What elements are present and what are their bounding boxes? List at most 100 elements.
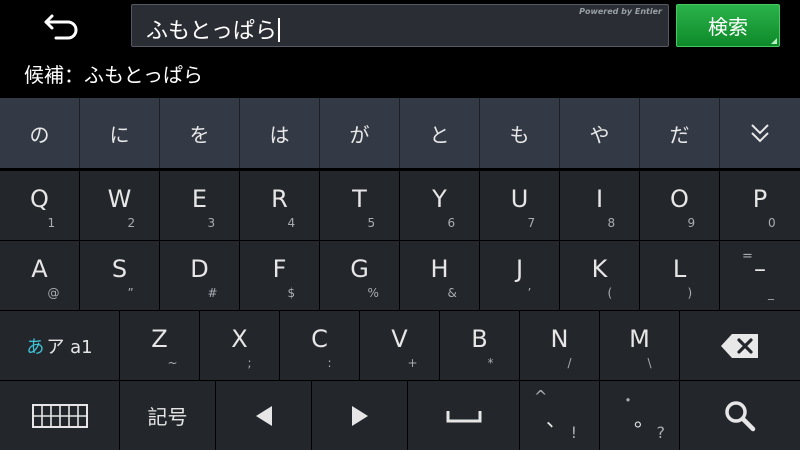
powered-by-label: Powered by Entier <box>579 7 662 16</box>
key-d[interactable]: D # <box>160 240 240 310</box>
input-mode-toggle[interactable]: あ ア a1 <box>0 310 120 380</box>
back-button[interactable] <box>4 4 120 46</box>
key-label: D <box>190 255 209 283</box>
key-n[interactable]: N / <box>520 310 600 380</box>
keyboard-layout-button[interactable] <box>0 380 120 450</box>
key-sublabel: @ <box>47 286 60 300</box>
suggestion-item[interactable]: の <box>0 98 80 168</box>
key-j[interactable]: J’ <box>480 240 560 310</box>
key-sublabel: 4 <box>287 216 296 230</box>
key-label: W <box>107 185 132 213</box>
key-sublabel: 3 <box>207 216 216 230</box>
search-button[interactable]: 検索 <box>676 4 780 47</box>
key-r[interactable]: R4 <box>240 170 320 240</box>
keyboard-grid-icon <box>31 403 88 428</box>
key-sublabel: 7 <box>527 216 536 230</box>
key-f[interactable]: F $ <box>240 240 320 310</box>
key-l[interactable]: L) <box>640 240 720 310</box>
key-label: E <box>191 185 208 213</box>
key-m[interactable]: M \ <box>600 310 680 380</box>
key-sublabel: 9 <box>687 216 696 230</box>
key-label: G <box>350 255 369 283</box>
key-label: A <box>31 255 48 283</box>
key-sublabel: _ <box>768 286 774 300</box>
suggestion-item[interactable]: を <box>160 98 240 168</box>
key-v[interactable]: V + <box>360 310 440 380</box>
suggestion-item[interactable]: は <box>240 98 320 168</box>
key-i[interactable]: I8 <box>560 170 640 240</box>
key-sublabel: : <box>327 356 332 370</box>
mode-label-hira: あ <box>26 336 45 358</box>
key-label: J <box>515 255 524 283</box>
key-g[interactable]: G% <box>320 240 400 310</box>
key-label: Z <box>151 325 168 353</box>
key-o[interactable]: O9 <box>640 170 720 240</box>
key-p[interactable]: P0 <box>720 170 800 240</box>
key-label: U <box>510 185 529 213</box>
key-label: F <box>272 255 287 283</box>
suggestion-item[interactable]: も <box>480 98 560 168</box>
key-label: H <box>430 255 449 283</box>
key-z[interactable]: Z ~ <box>120 310 200 380</box>
candidate-bar[interactable]: 候補：ふもとっぱら <box>0 50 800 96</box>
key-dash[interactable]: = – _ <box>720 240 800 310</box>
search-key[interactable] <box>680 380 800 450</box>
key-label: P <box>752 185 768 213</box>
key-sublabel: 2 <box>127 216 136 230</box>
backspace-icon <box>721 333 758 358</box>
space-key[interactable] <box>408 380 520 450</box>
key-x[interactable]: X; <box>200 310 280 380</box>
suggestion-item[interactable]: と <box>400 98 480 168</box>
key-label: 。 <box>634 407 654 431</box>
key-label: C <box>311 325 328 353</box>
key-sublabel: ? <box>656 423 666 442</box>
key-sublabel: ~ <box>167 356 178 370</box>
key-label: 、 <box>546 407 566 431</box>
key-sublabel: * <box>487 356 494 370</box>
suggestion-item[interactable]: や <box>560 98 640 168</box>
key-e[interactable]: E3 <box>160 170 240 240</box>
key-sublabel: ! <box>570 423 577 442</box>
key-label: I <box>595 185 604 213</box>
key-sublabel: ) <box>687 286 693 300</box>
key-t[interactable]: T5 <box>320 170 400 240</box>
suggestion-item[interactable]: に <box>80 98 160 168</box>
symbols-key[interactable]: 記号 <box>120 380 216 450</box>
keyboard-row-1: Q1 W2 E3 R4 T5 Y6 U7 I8 O9 P0 <box>0 170 800 240</box>
key-label: M <box>629 325 650 353</box>
key-u[interactable]: U7 <box>480 170 560 240</box>
backspace-key[interactable] <box>680 310 800 380</box>
key-s[interactable]: S” <box>80 240 160 310</box>
key-period[interactable]: ・ 。 ? <box>600 380 680 450</box>
key-c[interactable]: C: <box>280 310 360 380</box>
expand-suggestions-button[interactable] <box>720 98 800 168</box>
double-chevron-down-icon <box>751 124 769 143</box>
text-caret <box>277 18 280 42</box>
key-label: R <box>271 185 288 213</box>
suggestion-item[interactable]: だ <box>640 98 720 168</box>
key-sublabel: ” <box>127 286 134 300</box>
suggestion-item[interactable]: が <box>320 98 400 168</box>
key-k[interactable]: K( <box>560 240 640 310</box>
key-q[interactable]: Q1 <box>0 170 80 240</box>
key-w[interactable]: W2 <box>80 170 160 240</box>
symbols-label: 記号 <box>147 405 188 429</box>
key-h[interactable]: H & <box>400 240 480 310</box>
key-sublabel: ’ <box>527 286 532 300</box>
keyboard-row-3: あ ア a1 Z ~ X; C: V + B * N / M \ <box>0 310 800 380</box>
triangle-right-icon <box>351 405 368 426</box>
key-label: Y <box>432 185 447 213</box>
cursor-left-key[interactable] <box>216 380 312 450</box>
key-sublabel: 5 <box>367 216 376 230</box>
key-label: Q <box>30 185 49 213</box>
key-b[interactable]: B * <box>440 310 520 380</box>
key-comma[interactable]: ^ 、 ! <box>520 380 600 450</box>
cursor-right-key[interactable] <box>312 380 408 450</box>
key-sublabel: # <box>207 286 218 300</box>
key-y[interactable]: Y6 <box>400 170 480 240</box>
key-a[interactable]: A @ <box>0 240 80 310</box>
key-label: X <box>231 325 248 353</box>
space-bar-icon <box>446 410 481 422</box>
key-sublabel: \ <box>647 356 652 370</box>
search-input[interactable]: ふもとっぱら Powered by Entier <box>131 4 669 47</box>
